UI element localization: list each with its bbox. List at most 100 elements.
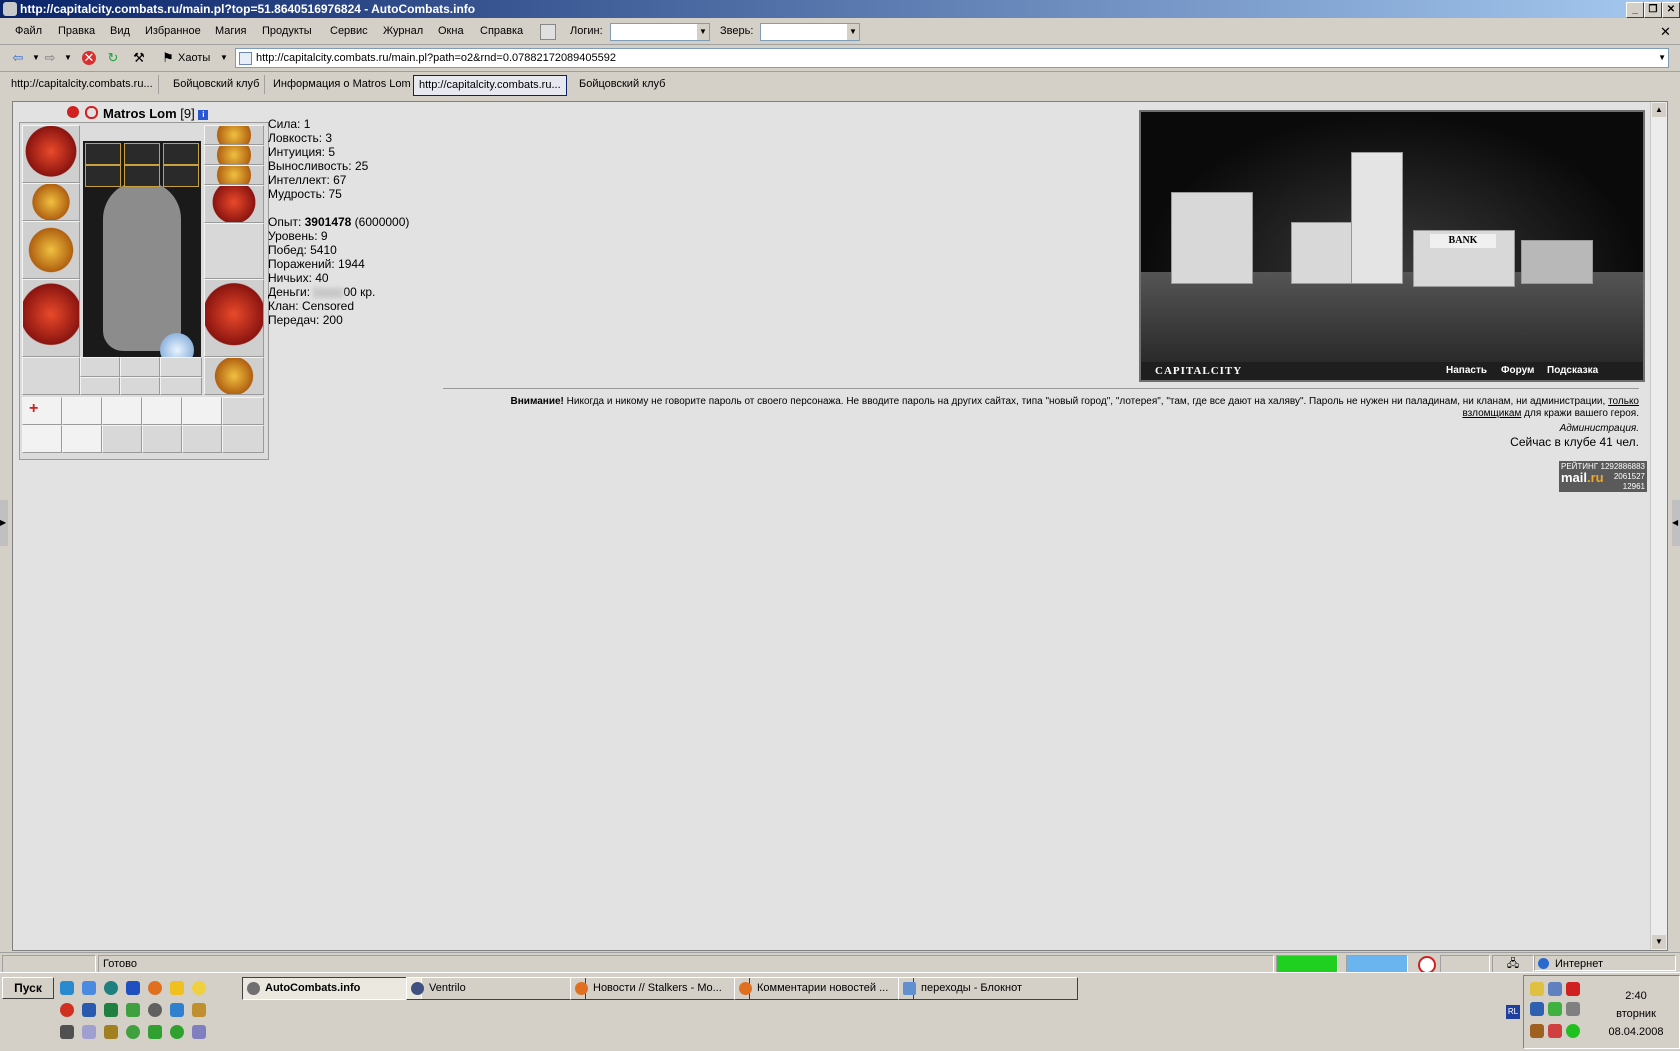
clover-icon[interactable]: [148, 1025, 162, 1039]
start-button[interactable]: Пуск: [2, 977, 54, 999]
word-icon[interactable]: [82, 1003, 96, 1017]
stop-icon[interactable]: ✕: [82, 51, 96, 65]
tray-icon[interactable]: [1548, 1024, 1562, 1038]
scroll-slot[interactable]: [142, 397, 182, 425]
chevron-down-icon[interactable]: ▼: [60, 51, 76, 65]
bracer-slot[interactable]: [22, 183, 80, 221]
menu-service[interactable]: Сервис: [330, 25, 368, 37]
amulet-slot[interactable]: [204, 145, 264, 165]
armor-slot[interactable]: [22, 279, 80, 357]
tab-player-info[interactable]: Информация о Matros Lom: [268, 75, 417, 94]
menu-file[interactable]: Файл: [15, 25, 42, 37]
offhand-slot[interactable]: [204, 223, 264, 279]
explorer-icon[interactable]: [82, 981, 96, 995]
menu-view[interactable]: Вид: [110, 25, 130, 37]
menu-favorites[interactable]: Избранное: [145, 25, 201, 37]
menu-magic[interactable]: Магия: [215, 25, 247, 37]
scroll-slot[interactable]: [22, 425, 62, 453]
opera-icon[interactable]: [60, 1003, 74, 1017]
back-arrow-icon[interactable]: ⇦: [10, 51, 26, 65]
ie-icon[interactable]: [60, 981, 74, 995]
app-icon[interactable]: [126, 1025, 140, 1039]
rune-slot[interactable]: [163, 165, 199, 187]
rune-slot[interactable]: [124, 165, 160, 187]
media-icon[interactable]: [192, 981, 206, 995]
right-panel-handle[interactable]: ◀: [1672, 500, 1680, 546]
potion-slot[interactable]: [120, 377, 160, 395]
attack-link[interactable]: Напасть: [1446, 362, 1487, 380]
tray-icon[interactable]: [1566, 982, 1580, 996]
volume-icon[interactable]: [1530, 1024, 1544, 1038]
language-indicator[interactable]: RL: [1506, 1005, 1520, 1019]
minimize-button[interactable]: _: [1626, 2, 1644, 18]
chevron-down-icon[interactable]: ▼: [1658, 49, 1666, 67]
scroll-slot[interactable]: [182, 397, 222, 425]
menu-products[interactable]: Продукты: [262, 25, 312, 37]
tray-icon[interactable]: [1548, 1002, 1562, 1016]
chaos-button[interactable]: Хаоты: [178, 52, 210, 64]
scroll-slot[interactable]: [222, 397, 264, 425]
checkmark-icon[interactable]: [126, 1003, 140, 1017]
notepad-icon[interactable]: [192, 1025, 206, 1039]
maximize-button[interactable]: ❐: [1644, 2, 1662, 18]
left-panel-handle[interactable]: ▶: [0, 500, 8, 546]
hint-link[interactable]: Подсказка: [1547, 362, 1598, 380]
rings-slot[interactable]: [204, 165, 264, 185]
firefox-icon[interactable]: [148, 981, 162, 995]
forum-link[interactable]: Форум: [1501, 362, 1534, 380]
address-bar[interactable]: http://capitalcity.combats.ru/main.pl?pa…: [235, 48, 1669, 68]
scroll-slot[interactable]: [62, 425, 102, 453]
info-icon[interactable]: i: [198, 109, 209, 120]
scroll-slot[interactable]: [222, 425, 264, 453]
rune-slot[interactable]: [85, 143, 121, 165]
pen-icon[interactable]: [82, 1025, 96, 1039]
weapon-slot[interactable]: [22, 221, 80, 279]
scroll-slot[interactable]: [142, 425, 182, 453]
tray-icon[interactable]: [1530, 1002, 1544, 1016]
tab-capitalcity-1[interactable]: http://capitalcity.combats.ru...: [6, 75, 159, 94]
potion-slot[interactable]: [80, 357, 120, 377]
menu-windows[interactable]: Окна: [438, 25, 464, 37]
tray-icon[interactable]: [1530, 982, 1544, 996]
refresh-icon[interactable]: ↻: [105, 51, 121, 65]
menu-edit[interactable]: Правка: [58, 25, 95, 37]
legs-slot[interactable]: [204, 279, 264, 357]
tray-icon[interactable]: [1566, 1024, 1580, 1038]
pet-dropdown[interactable]: ▼: [760, 23, 860, 41]
scroll-up-icon[interactable]: ▲: [1652, 103, 1666, 117]
scroll-slot[interactable]: [102, 397, 142, 425]
menu-help[interactable]: Справка: [480, 25, 523, 37]
tab-fight-club-1[interactable]: Бойцовский клуб: [168, 75, 266, 94]
tray-icon[interactable]: [1548, 982, 1562, 996]
potion-slot[interactable]: [120, 357, 160, 377]
earring-slot[interactable]: [204, 125, 264, 145]
bull-icon[interactable]: [60, 1025, 74, 1039]
scroll-slot[interactable]: [102, 425, 142, 453]
building-left[interactable]: [1171, 192, 1253, 284]
close-toolbar-icon[interactable]: ✕: [1660, 24, 1671, 40]
vertical-scrollbar[interactable]: ▲ ▼: [1650, 102, 1667, 950]
potion-slot[interactable]: [160, 377, 202, 395]
task-stalkers-news[interactable]: Новости // Stalkers - Mo...: [570, 977, 750, 1000]
boots-slot[interactable]: [204, 357, 264, 395]
tray-icon[interactable]: [1566, 1002, 1580, 1016]
task-autocombats[interactable]: AutoCombats.info: [242, 977, 422, 1000]
rune-slot[interactable]: [85, 165, 121, 187]
chevron-down-icon[interactable]: ▼: [216, 51, 232, 65]
city-map[interactable]: BANK CAPITALCITY Напасть Форум Подсказка: [1139, 110, 1645, 382]
tab-fight-club-2[interactable]: Бойцовский клуб: [574, 75, 670, 94]
rune-slot[interactable]: [124, 143, 160, 165]
folder-icon[interactable]: [170, 1003, 184, 1017]
character-name[interactable]: Matros Lom [9] i: [103, 106, 209, 121]
task-comments[interactable]: Комментарии новостей ...: [734, 977, 914, 1000]
scroll-heal-slot[interactable]: +: [22, 397, 62, 425]
menu-journal[interactable]: Журнал: [383, 25, 423, 37]
warning-icon[interactable]: [170, 981, 184, 995]
tab-capitalcity-2[interactable]: http://capitalcity.combats.ru...: [413, 75, 567, 96]
task-ventrilo[interactable]: Ventrilo: [406, 977, 586, 1000]
player-icon[interactable]: [148, 1003, 162, 1017]
download-icon[interactable]: [170, 1025, 184, 1039]
potion-slot[interactable]: [80, 377, 120, 395]
login-dropdown[interactable]: ▼: [610, 23, 710, 41]
mailru-counter[interactable]: РЕЙТИНГ 1292886883 2061527 12961 mail.ru: [1559, 461, 1647, 492]
